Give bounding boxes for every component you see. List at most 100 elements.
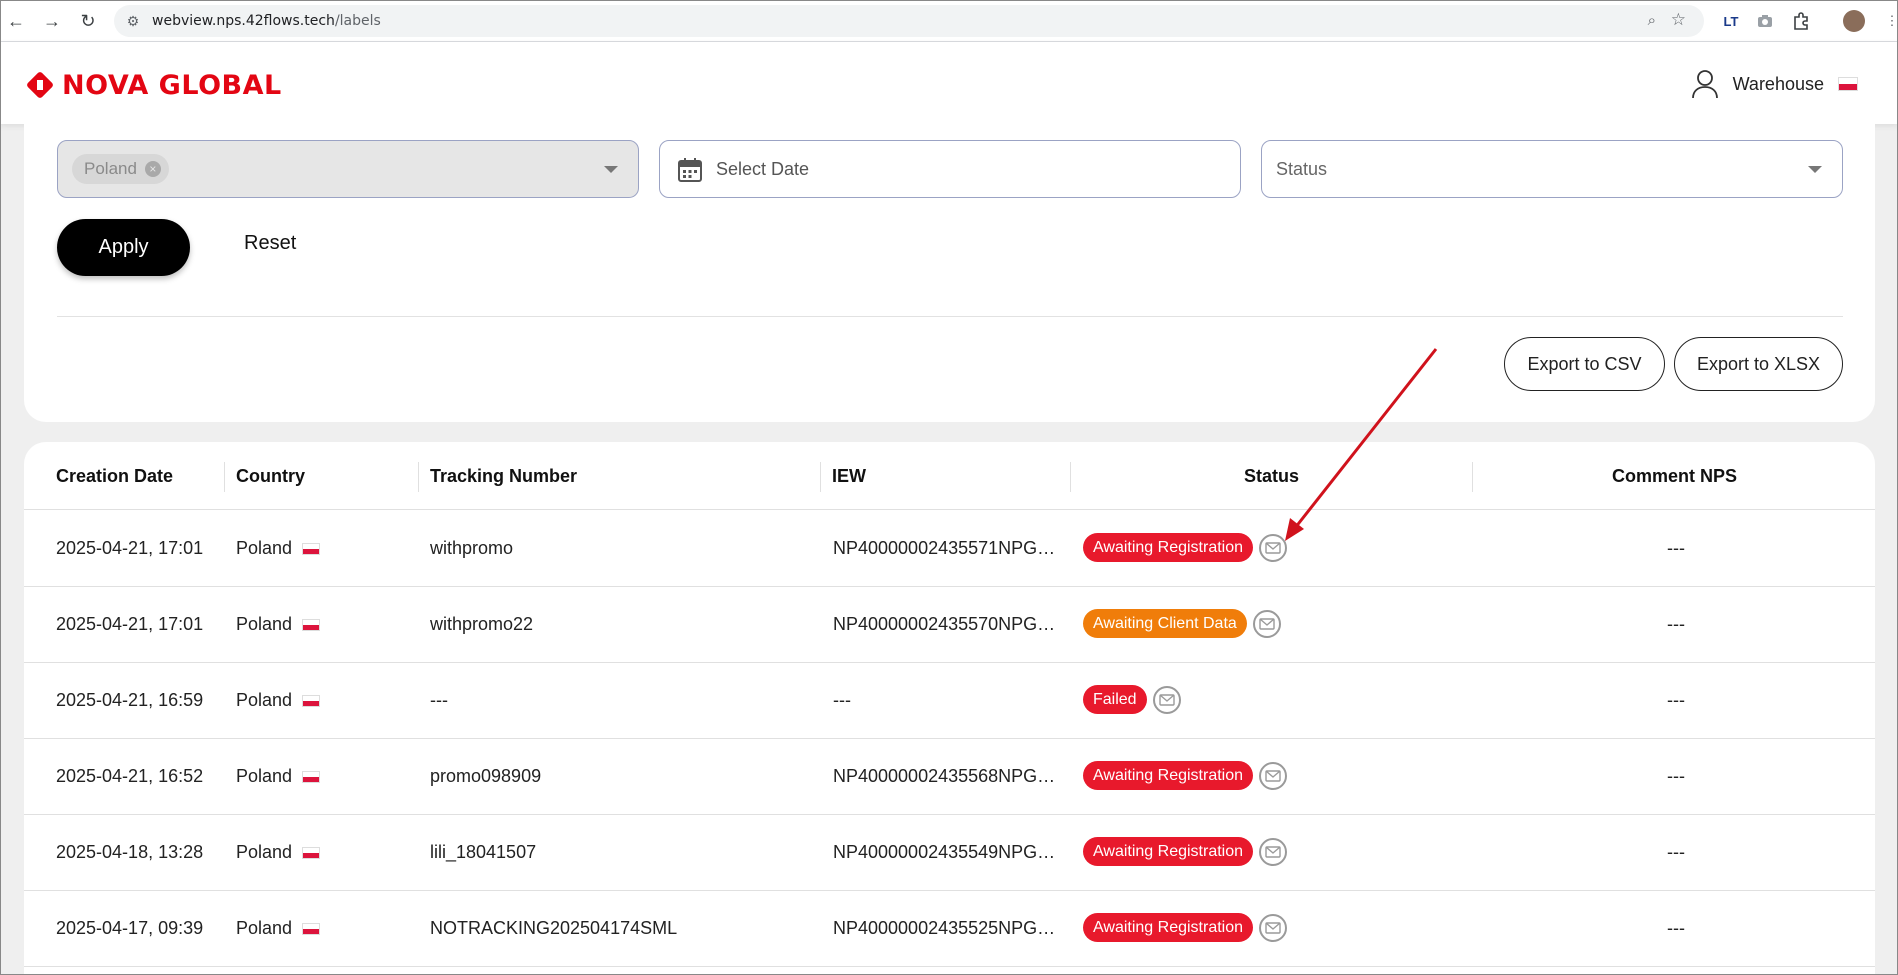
column-header-status[interactable]: Status	[1244, 466, 1299, 487]
cell-comment-nps: ---	[1667, 766, 1685, 786]
column-header-iew[interactable]: IEW	[832, 466, 866, 487]
cell-country: Poland	[236, 538, 321, 559]
status-badge: Awaiting Registration	[1083, 761, 1254, 790]
cell-comment-nps: ---	[1667, 614, 1685, 634]
divider	[57, 316, 1843, 317]
chevron-down-icon[interactable]	[1808, 166, 1822, 173]
logo-mark-icon	[24, 69, 56, 101]
table-row[interactable]: 2025-04-17, 09:39 Poland NOTRACKING2025041…	[24, 891, 1875, 967]
column-header-creation-date[interactable]: Creation Date	[56, 466, 173, 487]
cell-tracking-number: ---	[430, 690, 448, 710]
camera-icon[interactable]	[1753, 9, 1777, 33]
cell-creation-date: 2025-04-21, 17:01	[56, 614, 204, 634]
mail-icon[interactable]	[1259, 837, 1288, 866]
table-row[interactable]: 2025-04-21, 17:01 Poland withpromo NP400000…	[24, 511, 1875, 587]
browser-menu-icon[interactable]: ⋮	[1880, 9, 1898, 33]
zoom-icon[interactable]: ⌕	[1648, 12, 1656, 29]
user-menu[interactable]: Warehouse	[1691, 69, 1858, 99]
country-chip-label: Poland	[84, 159, 137, 178]
cell-comment-nps: ---	[1667, 538, 1685, 558]
cell-comment-nps: ---	[1667, 690, 1685, 710]
country-chip: Poland ×	[72, 154, 169, 184]
cell-status: Awaiting Registration	[1083, 533, 1288, 562]
cell-country: Poland	[236, 918, 321, 939]
country-select[interactable]: Poland ×	[57, 140, 639, 198]
cell-status: Awaiting Registration	[1083, 761, 1288, 790]
reload-icon[interactable]: ↻	[76, 9, 100, 33]
export-xlsx-button[interactable]: Export to XLSX	[1674, 337, 1843, 391]
cell-country: Poland	[236, 842, 321, 863]
cell-tracking-number: withpromo22	[430, 614, 534, 634]
date-placeholder: Select Date	[716, 159, 810, 179]
mail-icon[interactable]	[1259, 913, 1288, 942]
status-select[interactable]: Status	[1261, 140, 1843, 198]
user-label: Warehouse	[1732, 73, 1824, 94]
table-row[interactable]: 2025-04-18, 13:28 Poland lili_18041507 NP40…	[24, 815, 1875, 891]
calendar-icon	[678, 158, 702, 182]
cell-creation-date: 2025-04-17, 09:39	[56, 918, 204, 938]
profile-avatar[interactable]	[1843, 10, 1865, 32]
mail-icon[interactable]	[1259, 533, 1288, 562]
cell-tracking-number: lili_18041507	[430, 842, 537, 862]
table-row[interactable]: 2025-04-21, 16:59 Poland --- --- Failed ---	[24, 663, 1875, 739]
cell-country: Poland	[236, 766, 321, 787]
date-picker[interactable]: Select Date	[659, 140, 1241, 198]
cell-status: Failed	[1083, 685, 1181, 714]
cell-iew: NP40000002435568NPG…	[833, 766, 1056, 786]
status-badge: Awaiting Client Data	[1083, 609, 1247, 638]
status-placeholder: Status	[1276, 159, 1328, 179]
cell-status: Awaiting Client Data	[1083, 609, 1281, 638]
cell-country: Poland	[236, 690, 321, 711]
flag-poland-icon	[1838, 77, 1858, 91]
apply-button[interactable]: Apply	[57, 219, 190, 276]
flag-poland-icon	[302, 846, 321, 859]
cell-iew: NP40000002435570NPG…	[833, 614, 1056, 634]
cell-status: Awaiting Registration	[1083, 837, 1288, 866]
url-text[interactable]: webview.nps.42flows.tech/labels	[152, 13, 381, 29]
column-header-country[interactable]: Country	[236, 466, 305, 487]
browser-toolbar: ← → ↻ ⚙ webview.nps.42flows.tech/labels …	[0, 0, 1898, 42]
forward-icon[interactable]: →	[40, 9, 64, 33]
cell-comment-nps: ---	[1667, 918, 1685, 938]
app-header: NOVA GLOBAL Warehouse	[0, 42, 1898, 124]
mail-icon[interactable]	[1252, 609, 1281, 638]
reset-button[interactable]: Reset	[244, 232, 296, 255]
cell-iew: NP40000002435549NPG…	[833, 842, 1056, 862]
cell-iew: NP40000002435525NPG…	[833, 918, 1056, 938]
star-icon[interactable]: ☆	[1671, 10, 1686, 30]
back-icon[interactable]: ←	[4, 9, 28, 33]
cell-iew: NP40000002435571NPG…	[833, 538, 1056, 558]
cell-country-label: Poland	[236, 766, 293, 786]
languagetool-extension-icon[interactable]: LT	[1719, 9, 1743, 33]
cell-country-label: Poland	[236, 538, 293, 558]
cell-comment-nps: ---	[1667, 842, 1685, 862]
status-badge: Awaiting Registration	[1083, 837, 1254, 866]
table-row[interactable]: 2025-04-21, 16:52 Poland promo098909 NP4000…	[24, 739, 1875, 815]
filters-panel: Poland × Select Date Status Apply Reset …	[24, 124, 1875, 422]
chevron-down-icon[interactable]	[604, 166, 618, 173]
status-badge: Awaiting Registration	[1083, 533, 1254, 562]
chip-remove-icon[interactable]: ×	[144, 161, 161, 177]
logo[interactable]: NOVA GLOBAL	[24, 69, 282, 101]
address-bar[interactable]: ⚙ webview.nps.42flows.tech/labels ⌕ ☆	[114, 5, 1704, 37]
mail-icon[interactable]	[1152, 685, 1181, 714]
cell-country-label: Poland	[236, 842, 293, 862]
table-row[interactable]: 2025-04-21, 17:01 Poland withpromo22 NP4000…	[24, 587, 1875, 663]
extensions-icon[interactable]	[1789, 9, 1813, 33]
flag-poland-icon	[302, 770, 321, 783]
site-settings-icon[interactable]: ⚙	[124, 12, 142, 30]
cell-creation-date: 2025-04-21, 16:59	[56, 690, 204, 710]
cell-tracking-number: NOTRACKING202504174SML	[430, 918, 678, 938]
cell-tracking-number: promo098909	[430, 766, 542, 786]
labels-table: Creation Date Country Tracking Number IE…	[24, 442, 1875, 975]
cell-creation-date: 2025-04-21, 16:52	[56, 766, 204, 786]
export-csv-button[interactable]: Export to CSV	[1504, 337, 1665, 391]
column-header-comment-nps[interactable]: Comment NPS	[1612, 466, 1737, 487]
column-header-tracking-number[interactable]: Tracking Number	[430, 466, 577, 487]
mail-icon[interactable]	[1259, 761, 1288, 790]
status-badge: Awaiting Registration	[1083, 913, 1254, 942]
cell-country-label: Poland	[236, 614, 293, 634]
user-icon	[1691, 70, 1718, 99]
flag-poland-icon	[302, 694, 321, 707]
table-header: Creation Date Country Tracking Number IE…	[24, 442, 1875, 510]
